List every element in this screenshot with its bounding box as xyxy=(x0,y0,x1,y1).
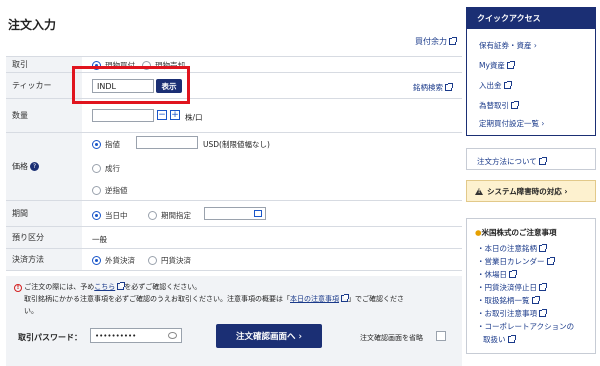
external-link-icon xyxy=(539,244,547,252)
term-label: 期間 xyxy=(6,201,82,226)
caution-item-symbol-list[interactable]: ・取扱銘柄一覧 xyxy=(477,295,540,306)
radio-icon xyxy=(148,256,157,265)
price-label-cell: 価格? xyxy=(6,133,82,200)
ticker-label: ティッカー xyxy=(6,73,82,98)
external-link-icon xyxy=(503,81,512,89)
quantity-unit: 株/口 xyxy=(185,113,203,122)
price-row: 価格? 指値 USD(制限値幅なし) 成行 逆指値 xyxy=(6,132,462,200)
term-row: 期間 当日中 期間指定 xyxy=(6,200,462,226)
symbol-search-link[interactable]: 銘柄検索 xyxy=(413,82,453,93)
qa-item-deposit[interactable]: 入出金 xyxy=(479,80,512,91)
caution-item-corporate-action[interactable]: ・コーポレートアクションの xyxy=(477,321,574,332)
confirm-order-button[interactable]: 注文確認画面へ › xyxy=(216,324,322,348)
order-method-link[interactable]: 注文方法について xyxy=(477,156,547,167)
caution-item-holidays[interactable]: ・休場日 xyxy=(477,269,517,280)
radio-selected-icon xyxy=(92,256,101,265)
buying-power-label: 買付余力 xyxy=(415,37,447,46)
notice-line-3: い。 xyxy=(24,307,38,315)
caution-item-today[interactable]: ・本日の注意銘柄 xyxy=(477,243,547,254)
password-label: 取引パスワード： xyxy=(18,333,82,342)
ticker-highlight-box xyxy=(72,66,190,104)
page-title: 注文入力 xyxy=(8,18,57,32)
skip-confirm-checkbox[interactable] xyxy=(436,331,446,341)
external-link-icon xyxy=(117,282,126,290)
caution-title: ●米国株式のご注意事項 xyxy=(475,228,557,237)
caution-item-corporate-action-cont[interactable]: 取扱い xyxy=(483,334,516,345)
custody-row: 預り区分 一般 xyxy=(6,226,462,248)
settlement-yen-option[interactable]: 円貨決済 xyxy=(148,255,191,266)
eye-hidden-icon[interactable] xyxy=(168,332,177,339)
notice-line-2: 取引銘柄にかかる注意事項を必ずご確認のうえお取引ください。注意事項の概要は「本日… xyxy=(24,294,404,303)
help-icon[interactable]: ? xyxy=(30,162,39,171)
buying-power-link[interactable]: 買付余力 xyxy=(415,36,457,47)
warning-icon: ! xyxy=(14,284,22,292)
password-input[interactable]: •••••••••• xyxy=(90,328,182,343)
external-link-icon xyxy=(546,257,555,265)
qa-item-holdings[interactable]: 保有証券・資産 › xyxy=(479,40,537,51)
qa-item-my-assets[interactable]: My資産 xyxy=(479,60,515,71)
warning-triangle-icon xyxy=(475,187,483,195)
notice-here-link[interactable]: こちら xyxy=(94,283,115,291)
trade-type-label: 取引 xyxy=(6,57,82,72)
external-link-icon xyxy=(539,309,547,317)
external-link-icon xyxy=(506,61,515,69)
price-limit-option[interactable]: 指値 xyxy=(92,139,120,150)
quick-access-title: クイックアクセス xyxy=(467,8,595,29)
term-today-option[interactable]: 当日中 xyxy=(92,210,128,221)
skip-confirm-label: 注文確認画面を省略 xyxy=(360,334,423,342)
settlement-label: 決済方法 xyxy=(6,249,82,270)
external-link-icon xyxy=(539,283,547,291)
external-link-icon xyxy=(507,335,516,343)
external-link-icon xyxy=(445,83,453,91)
external-link-icon xyxy=(341,294,349,302)
radio-icon xyxy=(92,164,101,173)
settlement-row: 決済方法 外貨決済 円貨決済 xyxy=(6,248,462,270)
system-failure-alert[interactable]: システム障害時の対応 › xyxy=(466,180,596,202)
quantity-input[interactable] xyxy=(92,109,154,122)
notice-line-1: ! ご注文の際には、予めこちら を必ずご確認ください。 xyxy=(14,282,201,292)
price-stop-option[interactable]: 逆指値 xyxy=(92,185,128,196)
external-link-icon xyxy=(449,37,457,45)
radio-selected-icon xyxy=(92,211,101,220)
notice-today-link[interactable]: 本日の注意事項 xyxy=(290,295,339,303)
qa-item-fx[interactable]: 為替取引 xyxy=(479,100,519,111)
quantity-plus-button[interactable]: + xyxy=(170,110,180,120)
term-specify-option[interactable]: 期間指定 xyxy=(148,210,191,221)
external-link-icon xyxy=(538,157,547,165)
custody-value: 一般 xyxy=(92,235,107,244)
form-divider xyxy=(6,270,462,271)
term-date-input[interactable] xyxy=(204,207,266,220)
order-method-box[interactable]: 注文方法について xyxy=(466,148,596,170)
qa-item-recurring[interactable]: 定期買付設定一覧 › xyxy=(479,118,544,129)
caution-item-calendar[interactable]: ・営業日カレンダー xyxy=(477,256,555,267)
caution-item-yen-stop[interactable]: ・円貨決済停止日 xyxy=(477,282,547,293)
settlement-foreign-option[interactable]: 外貨決済 xyxy=(92,255,135,266)
radio-selected-icon xyxy=(92,140,101,149)
order-entry-panel: 注文入力 買付余力 取引 現物買付 現物売却 ティッカー INDL 表示 銘柄検… xyxy=(0,0,462,366)
quantity-minus-button[interactable]: − xyxy=(157,110,167,120)
notice-area: ! ご注文の際には、予めこちら を必ずご確認ください。 取引銘柄にかかる注意事項を… xyxy=(6,276,462,366)
external-link-icon xyxy=(531,296,540,304)
us-stock-caution-box: ●米国株式のご注意事項 ・本日の注意銘柄 ・営業日カレンダー ・休場日 ・円貨決… xyxy=(466,218,596,354)
calendar-icon[interactable] xyxy=(254,210,262,217)
external-link-icon xyxy=(511,101,519,109)
limit-price-note: USD(制限値幅なし) xyxy=(203,140,270,149)
limit-price-input[interactable] xyxy=(136,136,198,149)
external-link-icon xyxy=(509,270,517,278)
caution-item-trade-notes[interactable]: ・お取引注意事項 xyxy=(477,308,547,319)
price-label: 価格 xyxy=(12,162,28,171)
quantity-label: 数量 xyxy=(6,99,82,132)
custody-label: 預り区分 xyxy=(6,227,82,248)
price-market-option[interactable]: 成行 xyxy=(92,163,120,174)
radio-icon xyxy=(148,211,157,220)
quick-access-panel: クイックアクセス 保有証券・資産 › My資産 入出金 為替取引 定期買付設定一… xyxy=(466,7,596,136)
radio-icon xyxy=(92,186,101,195)
